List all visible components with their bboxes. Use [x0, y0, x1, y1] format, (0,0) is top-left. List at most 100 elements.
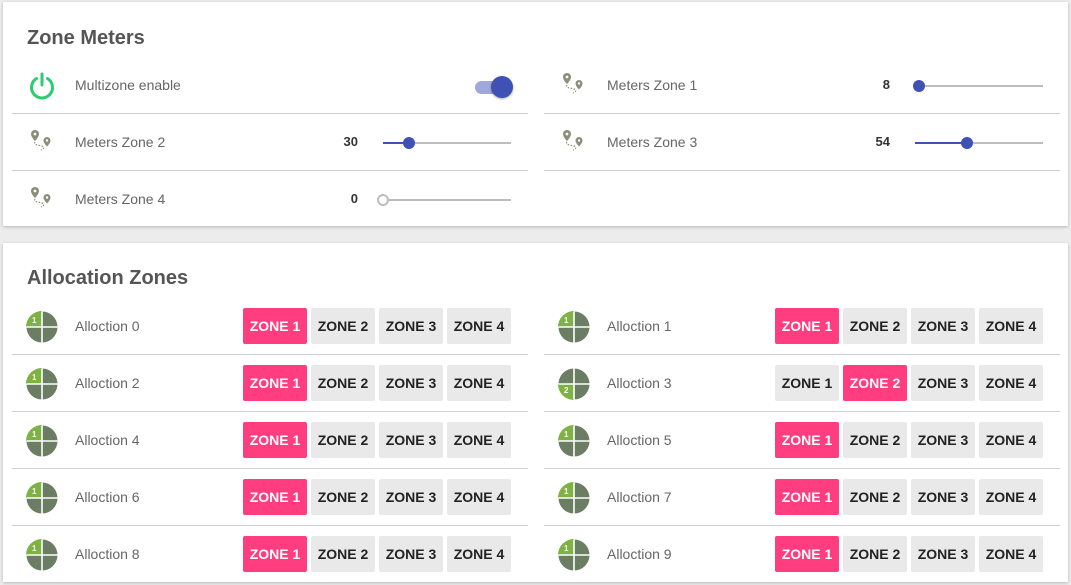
allocation-zones-title: Allocation Zones — [27, 267, 189, 289]
meter-row-zone-4: Meters Zone 4 0 — [12, 171, 528, 227]
zone-2-button[interactable]: ZONE 2 — [843, 365, 907, 401]
zone-quadrant-icon: 1 — [558, 311, 592, 343]
meter-label: Meters Zone 3 — [607, 134, 698, 150]
slider-thumb[interactable] — [961, 137, 974, 149]
zone-3-button[interactable]: ZONE 3 — [911, 308, 975, 344]
allocation-label: Alloction 5 — [607, 432, 672, 448]
allocation-label: Alloction 3 — [607, 375, 672, 391]
zone-quadrant-icon: 1 — [26, 539, 60, 571]
zone-3-button[interactable]: ZONE 3 — [379, 422, 443, 458]
zone-2-button[interactable]: ZONE 2 — [311, 479, 375, 515]
zone-quadrant-icon: 1 — [26, 482, 60, 514]
zone-1-button[interactable]: ZONE 1 — [243, 422, 307, 458]
meter-slider-zone-2[interactable] — [383, 137, 511, 149]
slider-thumb[interactable] — [377, 194, 389, 206]
allocation-row: 1 Alloction 1 ZONE 1 ZONE 2 ZONE 3 ZONE 4 — [544, 298, 1060, 355]
meter-label: Meters Zone 4 — [75, 191, 166, 207]
allocation-label: Alloction 6 — [75, 489, 140, 505]
allocation-label: Alloction 9 — [607, 546, 672, 562]
zone-4-button[interactable]: ZONE 4 — [979, 479, 1043, 515]
meter-value: 0 — [350, 191, 358, 206]
zone-1-button[interactable]: ZONE 1 — [775, 422, 839, 458]
zone-quadrant-icon: 1 — [26, 368, 60, 400]
meter-value: 30 — [343, 134, 358, 149]
zone-4-button[interactable]: ZONE 4 — [979, 422, 1043, 458]
allocation-label: Alloction 1 — [607, 318, 672, 334]
zone-meters-card: Zone Meters Multizone enable Meters Zone… — [3, 2, 1068, 226]
zone-1-button[interactable]: ZONE 1 — [243, 365, 307, 401]
zone-1-button[interactable]: ZONE 1 — [775, 479, 839, 515]
map-pins-icon — [26, 184, 60, 216]
meter-slider-zone-4[interactable] — [377, 194, 511, 206]
zone-1-button[interactable]: ZONE 1 — [775, 365, 839, 401]
zone-4-button[interactable]: ZONE 4 — [447, 536, 511, 572]
allocation-label: Alloction 8 — [75, 546, 140, 562]
zone-3-button[interactable]: ZONE 3 — [379, 536, 443, 572]
toggle-knob[interactable] — [491, 76, 513, 98]
allocation-label: Alloction 2 — [75, 375, 140, 391]
allocation-column-right: 1 Alloction 1 ZONE 1 ZONE 2 ZONE 3 ZONE 4 2 … — [544, 298, 1060, 582]
slider-fill — [915, 142, 968, 144]
zone-quadrant-icon: 1 — [558, 425, 592, 457]
zone-4-button[interactable]: ZONE 4 — [447, 365, 511, 401]
zone-quadrant-icon: 1 — [558, 539, 592, 571]
meter-row-zone-3: Meters Zone 3 54 — [544, 114, 1060, 171]
meter-value: 54 — [875, 134, 890, 149]
zone-4-button[interactable]: ZONE 4 — [979, 365, 1043, 401]
zone-1-button[interactable]: ZONE 1 — [243, 479, 307, 515]
zone-quadrant-icon: 1 — [26, 311, 60, 343]
zone-1-button[interactable]: ZONE 1 — [243, 308, 307, 344]
zone-4-button[interactable]: ZONE 4 — [447, 422, 511, 458]
zone-4-button[interactable]: ZONE 4 — [979, 308, 1043, 344]
zone-2-button[interactable]: ZONE 2 — [843, 536, 907, 572]
zone-1-button[interactable]: ZONE 1 — [775, 308, 839, 344]
allocation-label: Alloction 0 — [75, 318, 140, 334]
zone-2-button[interactable]: ZONE 2 — [311, 422, 375, 458]
slider-thumb[interactable] — [402, 137, 415, 149]
allocation-row: 1 Alloction 6 ZONE 1 ZONE 2 ZONE 3 ZONE 4 — [12, 469, 528, 526]
zone-icon-number: 1 — [32, 316, 37, 325]
zone-2-button[interactable]: ZONE 2 — [843, 479, 907, 515]
meter-slider-zone-1[interactable] — [912, 80, 1043, 92]
zone-2-button[interactable]: ZONE 2 — [843, 308, 907, 344]
zone-icon-number: 2 — [564, 386, 569, 395]
zone-3-button[interactable]: ZONE 3 — [911, 536, 975, 572]
slider-thumb[interactable] — [912, 80, 925, 92]
multizone-label: Multizone enable — [75, 77, 181, 93]
zone-3-button[interactable]: ZONE 3 — [379, 308, 443, 344]
multizone-toggle[interactable] — [475, 76, 513, 98]
allocation-label: Alloction 4 — [75, 432, 140, 448]
zone-quadrant-icon: 2 — [558, 368, 592, 400]
zone-4-button[interactable]: ZONE 4 — [447, 308, 511, 344]
zone-2-button[interactable]: ZONE 2 — [311, 308, 375, 344]
meter-slider-zone-3[interactable] — [915, 137, 1043, 149]
zone-3-button[interactable]: ZONE 3 — [911, 365, 975, 401]
zone-3-button[interactable]: ZONE 3 — [911, 479, 975, 515]
zone-4-button[interactable]: ZONE 4 — [447, 479, 511, 515]
zone-3-button[interactable]: ZONE 3 — [379, 365, 443, 401]
zone-icon-number: 1 — [564, 544, 569, 553]
meters-column-left: Multizone enable Meters Zone 2 30 Meters… — [12, 57, 528, 227]
slider-track — [383, 199, 511, 201]
zone-1-button[interactable]: ZONE 1 — [243, 536, 307, 572]
map-pins-icon — [558, 70, 592, 102]
zone-4-button[interactable]: ZONE 4 — [979, 536, 1043, 572]
zone-2-button[interactable]: ZONE 2 — [843, 422, 907, 458]
zone-meters-title: Zone Meters — [27, 27, 145, 49]
meter-row-zone-2: Meters Zone 2 30 — [12, 114, 528, 171]
allocation-row: 2 Alloction 3 ZONE 1 ZONE 2 ZONE 3 ZONE 4 — [544, 355, 1060, 412]
zone-3-button[interactable]: ZONE 3 — [379, 479, 443, 515]
power-icon — [26, 70, 60, 102]
zone-icon-number: 1 — [32, 544, 37, 553]
zone-icon-number: 1 — [32, 487, 37, 496]
zone-3-button[interactable]: ZONE 3 — [911, 422, 975, 458]
zone-icon-number: 1 — [564, 316, 569, 325]
zone-icon-number: 1 — [564, 430, 569, 439]
zone-2-button[interactable]: ZONE 2 — [311, 365, 375, 401]
zone-icon-number: 1 — [32, 373, 37, 382]
allocation-row: 1 Alloction 5 ZONE 1 ZONE 2 ZONE 3 ZONE 4 — [544, 412, 1060, 469]
zone-2-button[interactable]: ZONE 2 — [311, 536, 375, 572]
zone-icon-number: 1 — [32, 430, 37, 439]
multizone-row: Multizone enable — [12, 57, 528, 114]
zone-1-button[interactable]: ZONE 1 — [775, 536, 839, 572]
